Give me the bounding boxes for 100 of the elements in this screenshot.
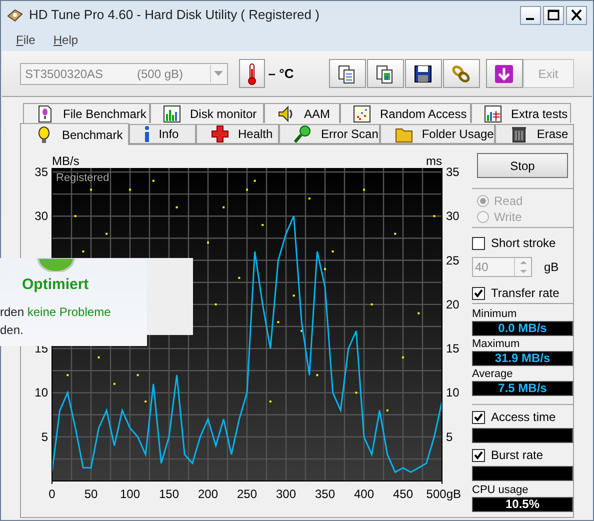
checkbox-label: Short stroke: [491, 235, 556, 252]
reading-display: 7.5 MB/s: [472, 381, 573, 396]
copy-icon: [337, 64, 358, 84]
tab[interactable]: Error Scan: [279, 124, 380, 144]
x-axis-label: 300: [276, 487, 296, 501]
menu-item[interactable]: File: [16, 31, 36, 49]
y-axis-label: 20: [446, 297, 460, 312]
badge-icon: [36, 258, 76, 272]
data-point: [74, 215, 76, 218]
checkbox-label: Burst rate: [491, 447, 544, 464]
data-point: [106, 232, 108, 235]
drive-dropdown[interactable]: ST3500320AS (500 gB): [20, 62, 228, 84]
checkbox-label: Transfer rate: [491, 285, 560, 302]
radio-label: Write: [494, 209, 522, 226]
data-point: [222, 206, 225, 208]
data-point: [418, 312, 420, 314]
checkbox[interactable]: [472, 448, 485, 462]
tab[interactable]: Extra tests: [471, 103, 571, 123]
tab[interactable]: File Benchmark: [23, 103, 150, 123]
tab[interactable]: Random Access: [340, 103, 471, 123]
save-icon: [413, 64, 434, 84]
data-point: [176, 206, 178, 208]
data-point: [370, 303, 373, 306]
x-axis-label: 350: [314, 487, 336, 501]
x-axis-label: 0: [48, 487, 56, 501]
check-icon: [474, 412, 483, 422]
temperature-button[interactable]: [238, 59, 266, 88]
scatter-plot-icon: [353, 104, 371, 122]
drive-name: ST3500320AS: [25, 66, 104, 82]
caret-icon: [214, 71, 224, 76]
info-icon: [144, 125, 150, 143]
data-point: [394, 232, 396, 235]
tab[interactable]: Benchmark: [20, 123, 129, 145]
x-axis-label: 250: [236, 487, 258, 501]
y-axis-label: 5: [446, 430, 453, 444]
stop-button[interactable]: Stop: [477, 153, 568, 178]
checkbox-label: Access time: [491, 409, 556, 426]
y-axis-label: 35: [446, 165, 460, 179]
minimize-icon: [526, 18, 534, 20]
data-point: [316, 374, 318, 376]
search-icon: [294, 125, 312, 143]
tab[interactable]: Disk monitor: [150, 103, 264, 123]
check-icon: [474, 450, 483, 460]
bar-graph-icon: [163, 104, 181, 122]
y-axis-label: 10: [446, 386, 460, 400]
grid-icon: [484, 104, 502, 122]
data-point: [98, 356, 100, 358]
data-point: [136, 374, 139, 376]
reading-display: 0.0 MB/s: [472, 321, 573, 336]
tab[interactable]: Health: [196, 124, 280, 144]
checkbox[interactable]: [472, 410, 485, 424]
chain-icon: [451, 64, 472, 84]
x-axis-label: 50: [84, 487, 98, 501]
toolbar-button[interactable]: [366, 59, 404, 88]
x-axis-label: 100: [120, 487, 140, 501]
y-axis-label: 15: [446, 342, 460, 356]
window-title: HD Tune Pro 4.60 - Hard Disk Utility ( Registered ): [29, 6, 320, 24]
data-point: [277, 321, 280, 324]
reading-label: Maximum: [472, 337, 521, 351]
y-axis-label: 5: [41, 430, 48, 444]
file-icon: [36, 104, 54, 122]
unit-label: gB: [544, 259, 559, 276]
thermometer-icon: [246, 62, 257, 84]
copy-icon: [375, 64, 396, 84]
checkbox[interactable]: [472, 286, 485, 300]
temperature-reading: – °C: [268, 64, 294, 83]
y-axis-label: 10: [34, 386, 48, 400]
toolbar-button[interactable]: [328, 59, 366, 88]
data-point: [254, 180, 256, 182]
menu-item[interactable]: Help: [53, 31, 78, 49]
x-axis-label: 500gB: [426, 487, 461, 501]
reading-label: Average: [472, 367, 514, 381]
speaker-icon: [277, 104, 295, 122]
close-icon: [571, 9, 582, 21]
data-point: [433, 215, 436, 218]
drive-capacity: (500 gB): [137, 66, 184, 82]
axis-unit: MB/s: [52, 154, 80, 168]
x-axis-label: 150: [158, 487, 180, 501]
data-point: [355, 392, 358, 394]
data-point: [238, 276, 240, 279]
minimize-button[interactable]: [520, 6, 541, 24]
reading-display: 31.9 MB/s: [472, 351, 573, 366]
data-point: [292, 294, 295, 297]
y-axis-label: 35: [34, 165, 48, 179]
maximize-button[interactable]: [543, 6, 564, 24]
notification-text: rden keine Probleme den.: [0, 304, 112, 338]
y-axis-label: 25: [446, 253, 460, 268]
download-icon: [494, 64, 514, 84]
tab[interactable]: AAM: [264, 103, 340, 123]
checkbox[interactable]: [472, 236, 485, 250]
y-axis-label: 30: [34, 209, 48, 224]
radio-label: Read: [494, 193, 523, 210]
tab[interactable]: Info: [128, 124, 196, 144]
chart-watermark: Registered: [56, 172, 110, 184]
close-button[interactable]: [566, 6, 587, 24]
tab[interactable]: Folder Usage: [380, 124, 495, 144]
toolbar-button[interactable]: [404, 59, 442, 88]
data-point: [152, 180, 154, 182]
medical-cross-icon: [210, 125, 229, 143]
tab[interactable]: Erase: [494, 124, 574, 144]
